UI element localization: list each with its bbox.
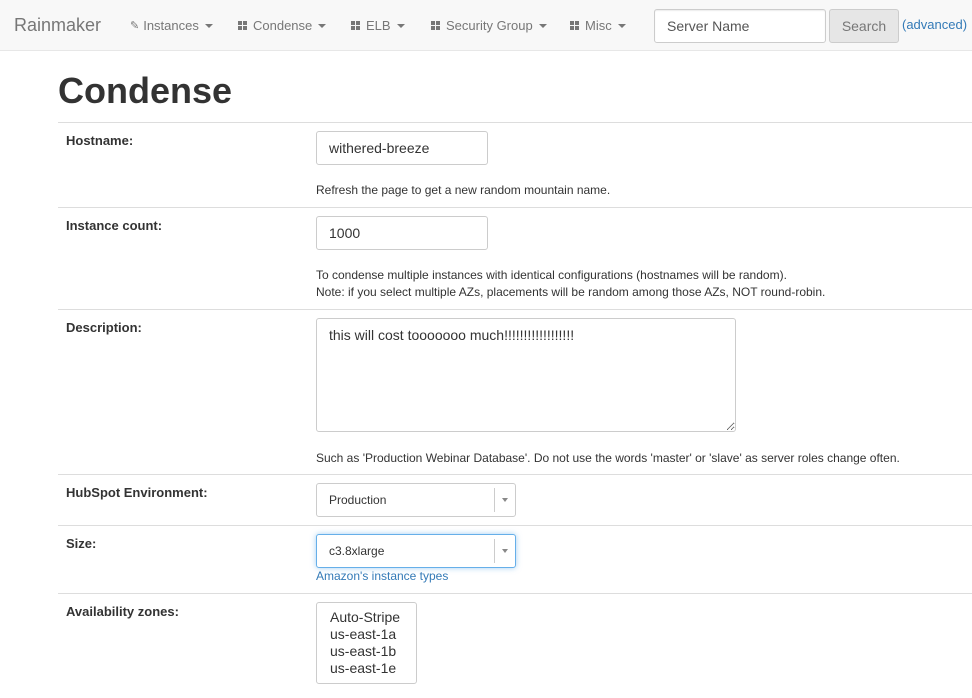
nav-instances-label: Instances bbox=[143, 18, 199, 33]
az-option[interactable]: us-east-1e bbox=[330, 660, 416, 677]
nav-condense[interactable]: Condense bbox=[238, 18, 327, 33]
environment-selected-value: Production bbox=[329, 493, 387, 507]
description-textarea[interactable]: this will cost tooooooo much!!!!!!!!!!!!… bbox=[316, 318, 736, 432]
navbar: Rainmaker ✎ Instances Condense ELB Secur… bbox=[0, 0, 972, 51]
row-divider bbox=[58, 309, 972, 310]
brand[interactable]: Rainmaker bbox=[14, 15, 101, 36]
nav-security-group-label: Security Group bbox=[446, 18, 533, 33]
instance-types-link[interactable]: Amazon's instance types bbox=[316, 569, 448, 583]
size-label: Size: bbox=[66, 536, 97, 551]
caret-down-icon bbox=[318, 23, 327, 28]
size-select[interactable]: c3.8xlarge bbox=[316, 534, 516, 568]
caret-down-icon bbox=[204, 23, 213, 28]
instance-count-input[interactable] bbox=[316, 216, 488, 250]
grid-icon bbox=[238, 21, 248, 30]
caret-down-icon bbox=[617, 23, 626, 28]
row-divider bbox=[58, 593, 972, 594]
instance-count-help-1: To condense multiple instances with iden… bbox=[316, 268, 787, 282]
row-divider bbox=[58, 207, 972, 208]
hostname-label: Hostname: bbox=[66, 133, 134, 148]
grid-icon bbox=[570, 21, 580, 30]
nav-elb-label: ELB bbox=[366, 18, 391, 33]
row-divider bbox=[58, 122, 972, 123]
nav-misc-label: Misc bbox=[585, 18, 612, 33]
server-name-search-input[interactable] bbox=[654, 9, 826, 43]
nav-elb[interactable]: ELB bbox=[351, 18, 405, 33]
row-divider bbox=[58, 525, 972, 526]
hostname-input[interactable] bbox=[316, 131, 488, 165]
advanced-search-link[interactable]: (advanced) bbox=[902, 17, 967, 32]
grid-icon bbox=[431, 21, 441, 30]
size-selected-value: c3.8xlarge bbox=[329, 544, 385, 558]
instance-count-label: Instance count: bbox=[66, 218, 163, 233]
dropdown-arrow-icon bbox=[494, 539, 515, 563]
search-button[interactable]: Search bbox=[829, 9, 899, 43]
nav-misc[interactable]: Misc bbox=[570, 18, 626, 33]
az-option[interactable]: us-east-1a bbox=[330, 626, 416, 643]
grid-icon bbox=[351, 21, 361, 30]
nav-condense-label: Condense bbox=[253, 18, 313, 33]
description-label: Description: bbox=[66, 320, 142, 335]
page-title: Condense bbox=[58, 70, 233, 111]
caret-down-icon bbox=[396, 23, 405, 28]
pencil-icon: ✎ bbox=[130, 20, 140, 32]
instance-count-help-2: Note: if you select multiple AZs, placem… bbox=[316, 285, 826, 299]
nav-security-group[interactable]: Security Group bbox=[431, 18, 547, 33]
environment-label: HubSpot Environment: bbox=[66, 485, 208, 500]
caret-down-icon bbox=[538, 23, 547, 28]
nav-instances[interactable]: ✎ Instances bbox=[130, 18, 213, 33]
az-option[interactable]: us-east-1b bbox=[330, 643, 416, 660]
description-help: Such as 'Production Webinar Database'. D… bbox=[316, 451, 900, 465]
row-divider bbox=[58, 474, 972, 475]
az-option[interactable]: Auto-Stripe bbox=[330, 609, 416, 626]
environment-select[interactable]: Production bbox=[316, 483, 516, 517]
hostname-help: Refresh the page to get a new random mou… bbox=[316, 183, 611, 197]
availability-zones-label: Availability zones: bbox=[66, 604, 179, 619]
dropdown-arrow-icon bbox=[494, 488, 515, 512]
availability-zones-listbox[interactable]: Auto-Stripe us-east-1a us-east-1b us-eas… bbox=[316, 602, 417, 684]
